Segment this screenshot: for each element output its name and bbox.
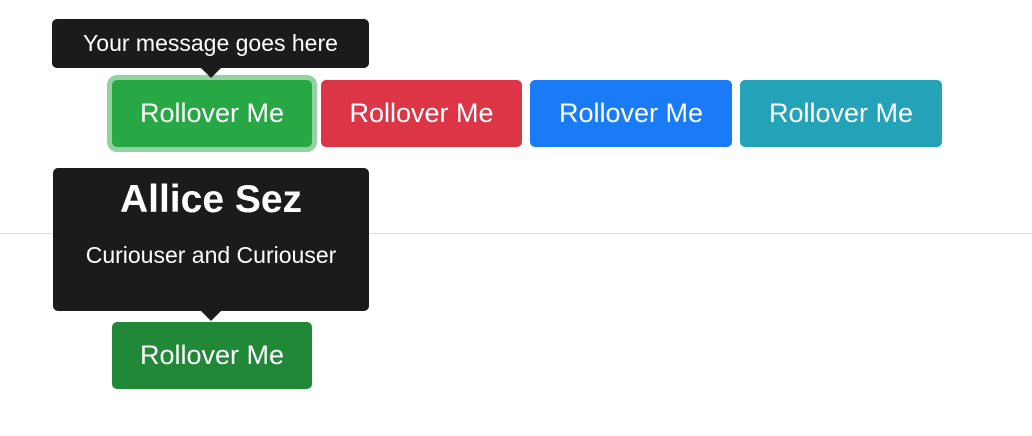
- tooltip-simple-text: Your message goes here: [83, 30, 338, 56]
- tooltip-body: Curiouser and Curiouser: [85, 242, 337, 268]
- tooltip-arrow: [200, 68, 221, 78]
- tooltip-simple: Your message goes here: [52, 19, 369, 78]
- rollover-button-blue[interactable]: Rollover Me: [530, 80, 732, 147]
- tooltip-arrow: [201, 311, 221, 321]
- rollover-button-red[interactable]: Rollover Me: [321, 80, 522, 147]
- tooltip-title: Allice Sez: [119, 178, 303, 221]
- rollover-button-green[interactable]: Rollover Me: [112, 80, 312, 147]
- rollover-button-green-dark[interactable]: Rollover Me: [112, 322, 312, 389]
- tooltip-rich: Allice Sez Curiouser and Curiouser: [53, 168, 369, 321]
- rollover-button-teal[interactable]: Rollover Me: [740, 80, 942, 147]
